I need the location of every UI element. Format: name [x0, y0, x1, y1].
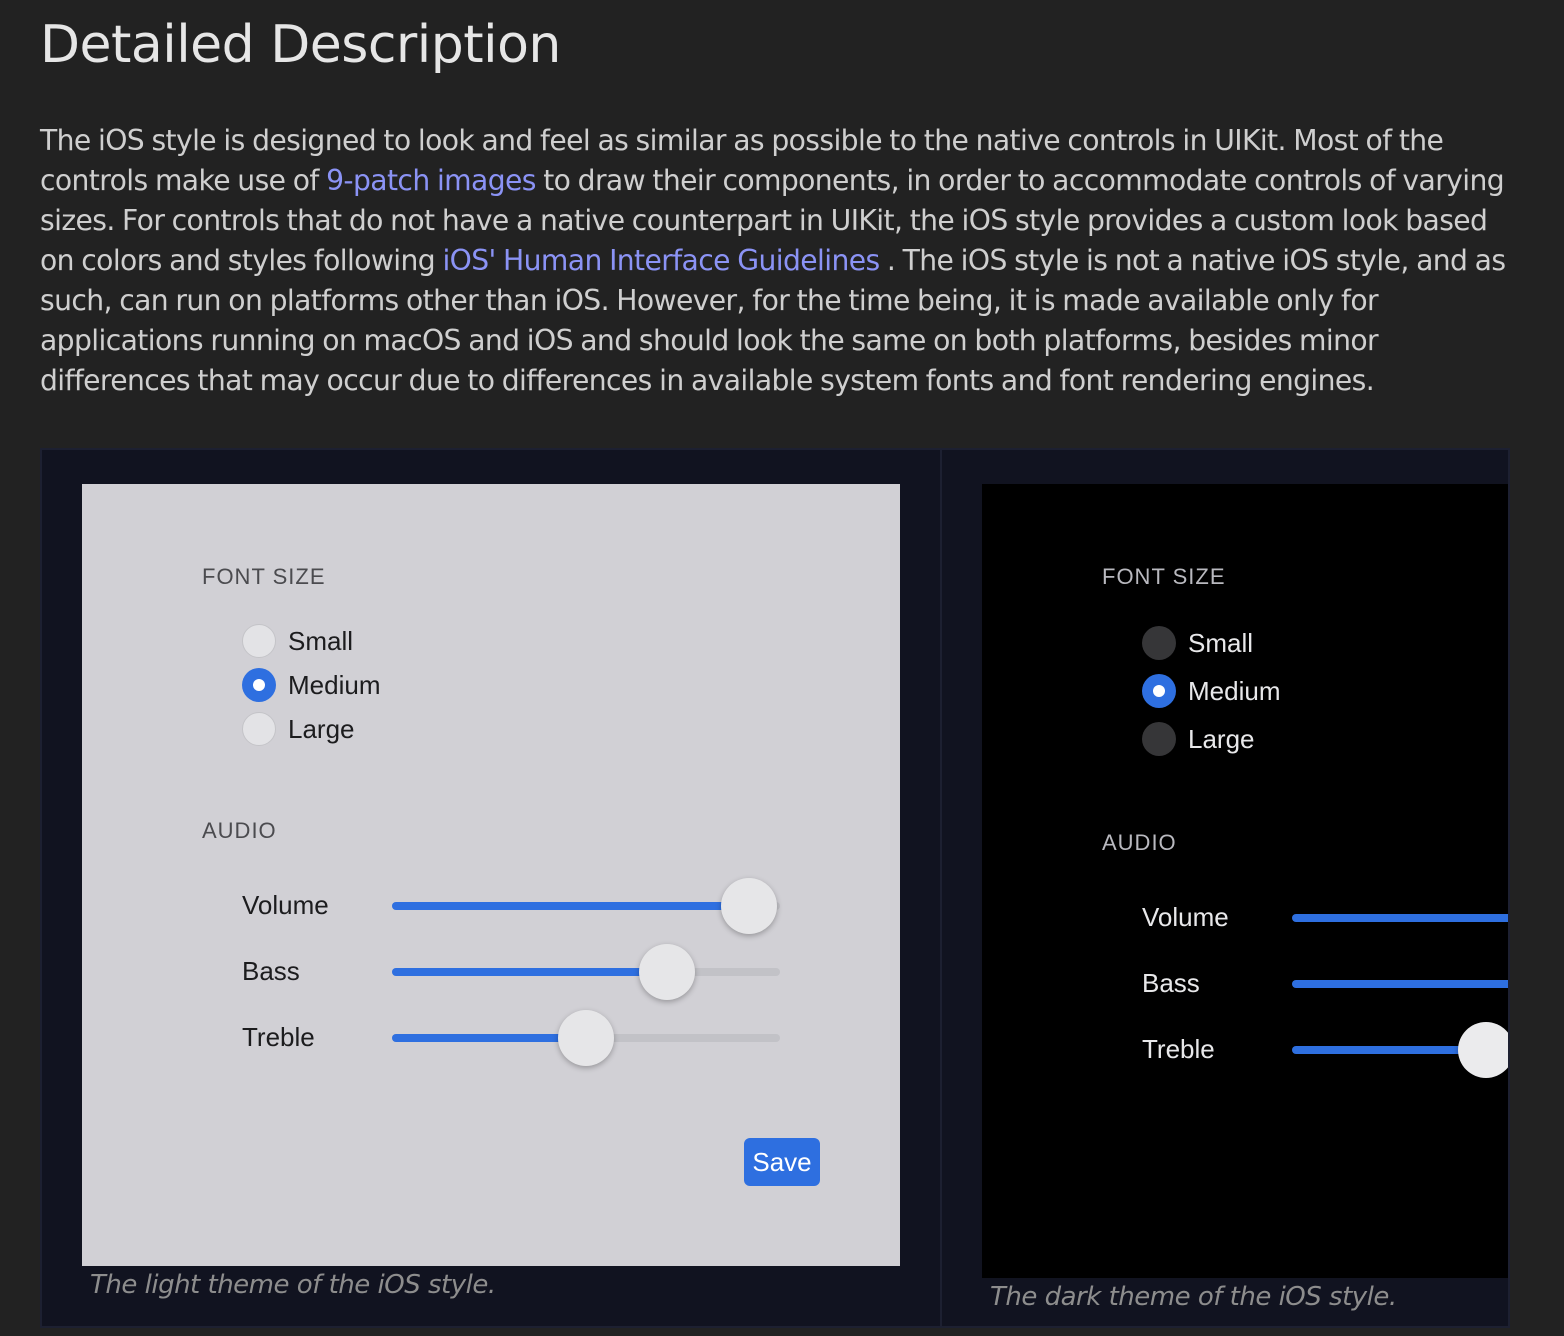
radio-option-small[interactable]: Small [1142, 625, 1253, 661]
radio-label-medium: Medium [1188, 675, 1281, 706]
description-paragraph: The iOS style is designed to look and fe… [40, 121, 1510, 401]
volume-slider[interactable] [1292, 890, 1508, 946]
audio-heading: AUDIO [202, 818, 277, 843]
slider-fill [1292, 980, 1508, 988]
slider-thumb[interactable] [639, 944, 695, 1000]
human-interface-guidelines-link[interactable]: iOS' Human Interface Guidelines [442, 244, 880, 277]
radio-button-selected[interactable] [1142, 674, 1176, 708]
radio-label-small: Small [1188, 627, 1254, 658]
dark-theme-screenshot: FONT SIZE Small Medium Large AUDIO Volum… [982, 484, 1508, 1278]
gallery-divider [940, 450, 942, 1326]
slider-fill [392, 902, 749, 910]
bass-slider[interactable] [1292, 956, 1508, 1012]
radio-option-medium[interactable]: Medium [1142, 673, 1280, 709]
light-theme-caption: The light theme of the iOS style. [90, 1270, 496, 1300]
radio-button-selected[interactable] [242, 668, 276, 702]
slider-fill [1292, 914, 1508, 922]
dark-theme-caption: The dark theme of the iOS style. [990, 1282, 1397, 1312]
light-theme-screenshot: FONT SIZE Small Medium Large AUDIO Volum… [82, 484, 900, 1266]
volume-slider[interactable] [392, 878, 780, 934]
radio-option-large[interactable]: Large [1142, 721, 1255, 757]
radio-label-small: Small [288, 625, 354, 656]
page-heading: Detailed Description [40, 15, 561, 75]
bass-label: Bass [1142, 968, 1200, 998]
slider-thumb[interactable] [721, 878, 777, 934]
save-button[interactable]: Save [744, 1138, 820, 1186]
volume-label: Volume [242, 890, 329, 920]
treble-slider[interactable] [1292, 1022, 1508, 1078]
radio-button[interactable] [242, 712, 276, 746]
slider-thumb[interactable] [1458, 1022, 1508, 1078]
font-size-heading: FONT SIZE [202, 564, 326, 589]
radio-label-large: Large [1188, 723, 1255, 754]
slider-fill [392, 968, 667, 976]
screenshot-gallery: FONT SIZE Small Medium Large AUDIO Volum… [40, 448, 1510, 1328]
bass-slider[interactable] [392, 944, 780, 1000]
slider-thumb[interactable] [558, 1010, 614, 1066]
audio-heading: AUDIO [1102, 830, 1177, 855]
radio-button[interactable] [242, 624, 276, 658]
font-size-heading: FONT SIZE [1102, 564, 1226, 589]
treble-label: Treble [1142, 1034, 1215, 1064]
slider-fill [1292, 1046, 1486, 1054]
radio-label-medium: Medium [288, 669, 381, 700]
radio-button[interactable] [1142, 722, 1176, 756]
bass-label: Bass [242, 956, 300, 986]
radio-option-large[interactable]: Large [242, 711, 355, 747]
slider-fill [392, 1034, 586, 1042]
radio-option-small[interactable]: Small [242, 623, 353, 659]
treble-label: Treble [242, 1022, 315, 1052]
treble-slider[interactable] [392, 1010, 780, 1066]
radio-button[interactable] [1142, 626, 1176, 660]
radio-option-medium[interactable]: Medium [242, 667, 380, 703]
nine-patch-images-link[interactable]: 9-patch images [326, 164, 536, 197]
volume-label: Volume [1142, 902, 1229, 932]
radio-label-large: Large [288, 713, 355, 744]
